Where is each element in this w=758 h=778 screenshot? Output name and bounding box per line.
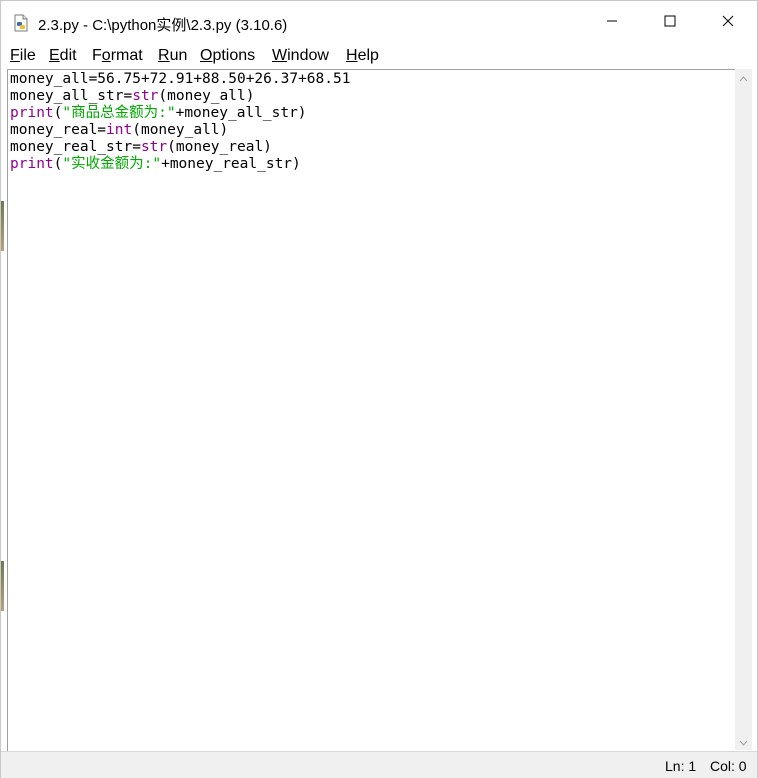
code-line: money_real=int(money_all) [10, 122, 229, 138]
maximize-icon [664, 14, 676, 32]
code-line: money_all=56.75+72.91+88.50+26.37+68.51 [10, 71, 351, 87]
line-indicator: Ln: 1 [665, 758, 697, 774]
menu-edit[interactable]: Edit [49, 47, 77, 65]
menu-options[interactable]: Options [200, 47, 255, 65]
chevron-up-icon [739, 69, 748, 87]
menu-run[interactable]: Run [158, 47, 187, 65]
code-line: money_all_str=str(money_all) [10, 88, 255, 104]
scroll-down-button[interactable] [735, 733, 752, 750]
menu-file[interactable]: File [10, 47, 36, 65]
title-bar[interactable]: 2.3.py - C:\python实例\2.3.py (3.10.6) [1, 1, 757, 45]
menu-help[interactable]: Help [346, 47, 379, 65]
vertical-scrollbar[interactable] [735, 69, 752, 750]
desktop-background-sliver [1, 201, 4, 251]
column-indicator: Col: 0 [710, 758, 747, 774]
menu-format[interactable]: Format [92, 47, 143, 65]
close-button[interactable] [699, 1, 757, 45]
idle-editor-window: 2.3.py - C:\python实例\2.3.py (3.10.6) Fil… [0, 0, 758, 778]
minimize-icon [606, 14, 618, 32]
chevron-down-icon [739, 733, 748, 751]
maximize-button[interactable] [641, 1, 699, 45]
python-file-icon [13, 14, 29, 32]
menu-bar: File Edit Format Run Options Window Help [1, 45, 757, 69]
desktop-background-sliver [1, 561, 4, 611]
code-editor[interactable]: money_all=56.75+72.91+88.50+26.37+68.51 … [7, 69, 736, 751]
minimize-button[interactable] [583, 1, 641, 45]
code-line: print("实收金额为:"+money_real_str) [10, 156, 301, 172]
code-line: money_real_str=str(money_real) [10, 139, 272, 155]
scroll-up-button[interactable] [735, 69, 752, 86]
code-line: print("商品总金额为:"+money_all_str) [10, 105, 307, 121]
close-icon [722, 14, 734, 32]
menu-window[interactable]: Window [272, 47, 329, 65]
window-title: 2.3.py - C:\python实例\2.3.py (3.10.6) [38, 17, 288, 34]
status-bar: Ln: 1 Col: 0 [1, 751, 757, 778]
